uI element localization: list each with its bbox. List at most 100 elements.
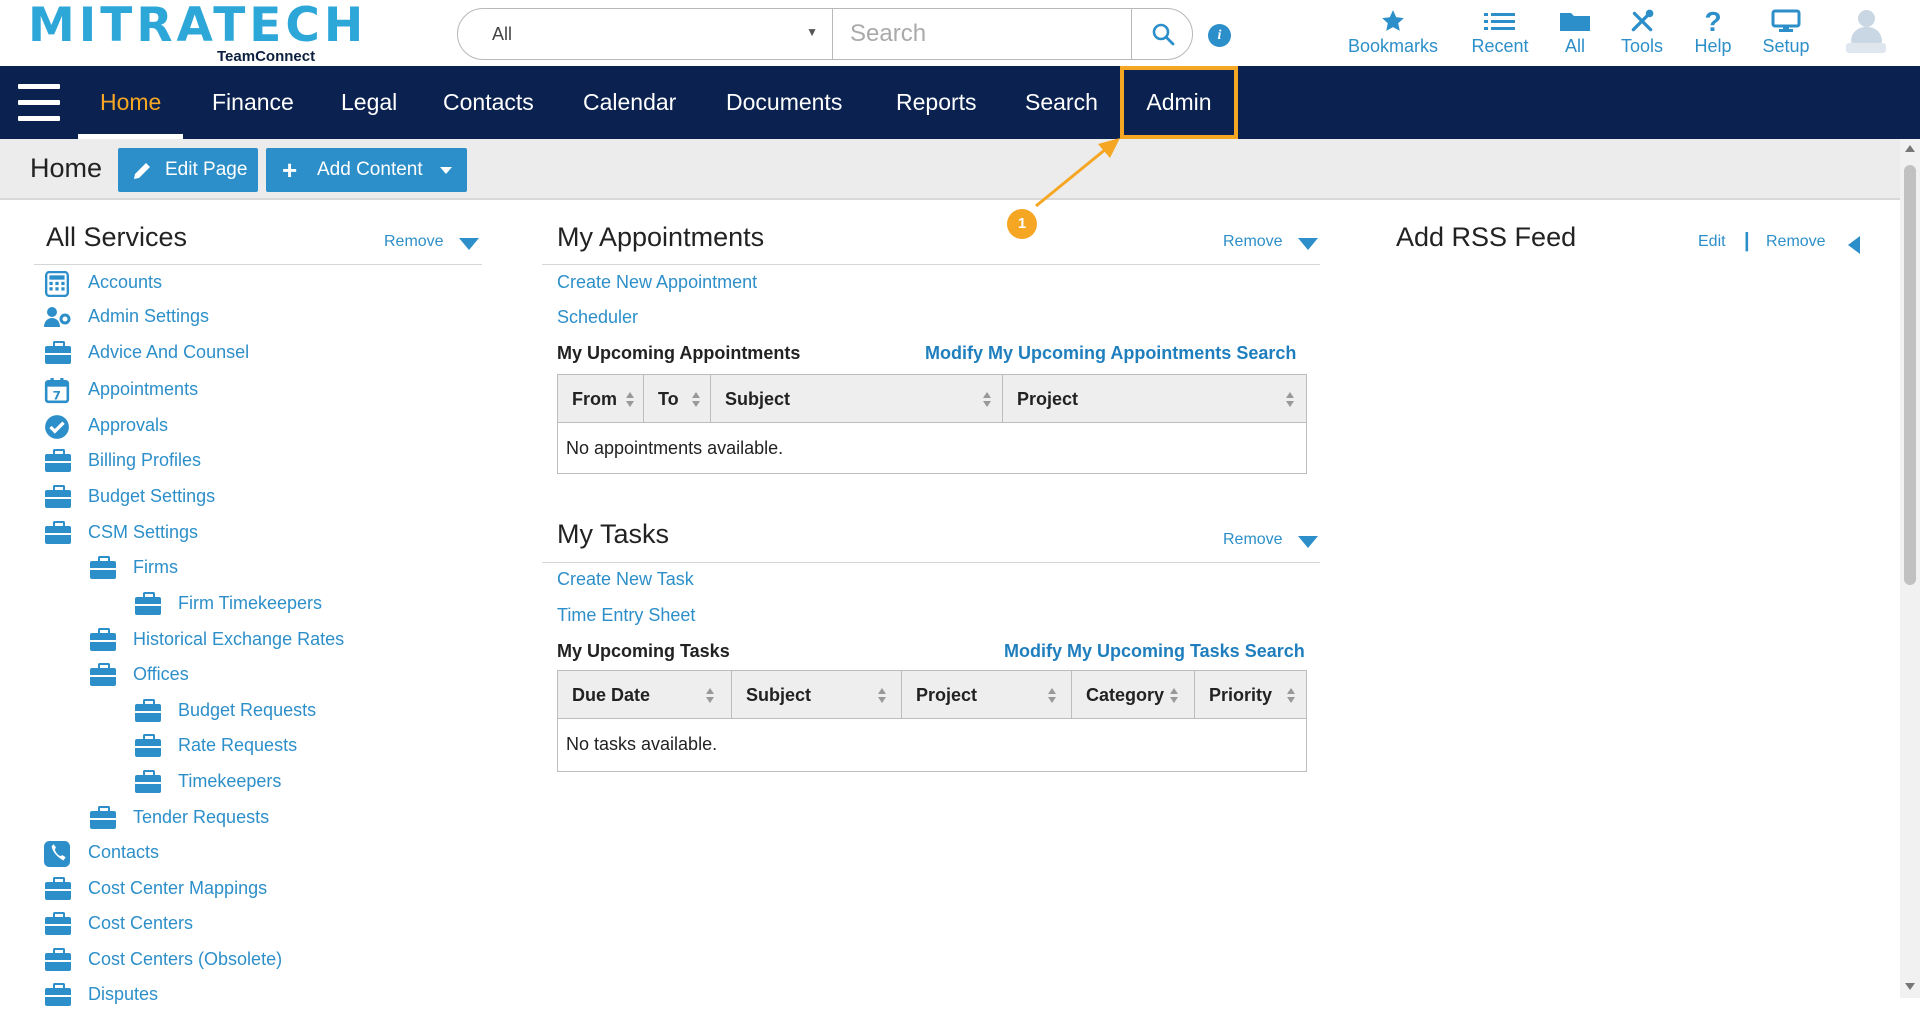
mitratech-logo[interactable]: MITRATECH TeamConnect <box>28 0 363 66</box>
briefcase-icon <box>134 699 161 723</box>
rss-remove-link[interactable]: Remove <box>1766 233 1826 251</box>
calculator-icon <box>44 270 71 298</box>
sort-icon <box>706 688 714 704</box>
pencil-icon <box>134 163 150 179</box>
tasks-table: Due Date Subject Project Category Priori… <box>557 670 1307 772</box>
all-button[interactable]: All <box>1555 8 1595 58</box>
nav-finance[interactable]: Finance <box>190 66 316 139</box>
search-button[interactable] <box>1131 9 1193 59</box>
service-item-label: Budget Settings <box>88 486 216 506</box>
plus-icon: + <box>282 155 298 185</box>
search-input[interactable] <box>834 9 1134 59</box>
service-item-label: Disputes <box>88 984 159 1004</box>
tools-icon <box>1615 8 1669 36</box>
expand-triangle-icon[interactable] <box>1848 236 1860 254</box>
modify-tasks-search-link[interactable]: Modify My Upcoming Tasks Search <box>1004 641 1305 662</box>
briefcase-icon <box>44 912 71 936</box>
search-scope-select[interactable]: All ▼ <box>458 9 833 59</box>
help-icon: ? <box>1704 6 1722 37</box>
scroll-down-icon[interactable] <box>1905 983 1915 990</box>
column-header-category[interactable]: Category <box>1072 671 1195 719</box>
create-new-appointment-link[interactable]: Create New Appointment <box>557 272 757 293</box>
edit-page-button[interactable]: Edit Page <box>118 148 258 192</box>
briefcase-icon <box>134 770 161 794</box>
service-item-label: Tender Requests <box>133 807 270 827</box>
nav-legal[interactable]: Legal <box>319 66 419 139</box>
upcoming-tasks-heading: My Upcoming Tasks <box>557 641 730 661</box>
page-header: Home Edit Page + Add Content <box>0 139 1900 200</box>
user-avatar[interactable] <box>1846 8 1886 58</box>
briefcase-icon <box>44 521 71 545</box>
recent-button[interactable]: Recent <box>1463 8 1537 58</box>
briefcase-icon <box>89 806 116 830</box>
collapse-triangle-icon[interactable] <box>459 238 479 250</box>
create-new-task-link[interactable]: Create New Task <box>557 569 694 590</box>
help-button[interactable]: ? Help <box>1689 8 1737 58</box>
top-bar: MITRATECH TeamConnect All ▼ i Bookmarks … <box>0 0 1920 66</box>
column-header-priority[interactable]: Priority <box>1195 671 1306 719</box>
appointments-title: My Appointments <box>557 222 765 252</box>
avatar-name-blurred <box>1846 43 1886 53</box>
service-item-label: Admin Settings <box>88 306 210 326</box>
setup-button[interactable]: Setup <box>1757 8 1815 58</box>
folder-icon <box>1555 8 1595 36</box>
service-item-label: Historical Exchange Rates <box>133 629 345 649</box>
nav-documents[interactable]: Documents <box>704 66 864 139</box>
sort-icon <box>1048 688 1056 704</box>
time-entry-sheet-link[interactable]: Time Entry Sheet <box>557 605 695 626</box>
tool-label: Recent <box>1471 36 1529 56</box>
sort-icon <box>1170 688 1178 704</box>
modify-appointments-search-link[interactable]: Modify My Upcoming Appointments Search <box>925 343 1296 364</box>
services-remove-link[interactable]: Remove <box>384 233 444 251</box>
sort-icon <box>692 392 700 408</box>
info-icon[interactable]: i <box>1208 24 1231 47</box>
tool-label: Help <box>1694 36 1732 56</box>
bookmarks-button[interactable]: Bookmarks <box>1343 8 1443 58</box>
briefcase-icon <box>134 592 161 616</box>
tasks-remove-link[interactable]: Remove <box>1223 531 1283 549</box>
divider <box>34 264 482 265</box>
column-header-project[interactable]: Project <box>1003 375 1306 423</box>
column-header-to[interactable]: To <box>644 375 711 423</box>
collapse-triangle-icon[interactable] <box>1298 536 1318 548</box>
page-scrollbar[interactable] <box>1900 139 1920 998</box>
empty-state: No appointments available. <box>566 438 784 458</box>
appointments-remove-link[interactable]: Remove <box>1223 233 1283 251</box>
empty-state: No tasks available. <box>566 734 718 754</box>
column-header-project[interactable]: Project <box>902 671 1072 719</box>
tools-button[interactable]: Tools <box>1615 8 1669 58</box>
nav-home[interactable]: Home <box>78 66 184 139</box>
nav-contacts[interactable]: Contacts <box>421 66 556 139</box>
briefcase-icon <box>89 628 116 652</box>
briefcase-icon <box>44 341 71 365</box>
rss-edit-link[interactable]: Edit <box>1698 233 1726 251</box>
edit-page-label: Edit Page <box>165 159 248 180</box>
nav-admin[interactable]: Admin <box>1120 66 1238 139</box>
column-header-from[interactable]: From <box>558 375 644 423</box>
service-item-label: Firms <box>133 557 178 577</box>
column-header-subject[interactable]: Subject <box>711 375 1003 423</box>
service-item-label: Billing Profiles <box>88 450 202 470</box>
add-content-button[interactable]: + Add Content <box>266 148 467 192</box>
column-header-subject[interactable]: Subject <box>732 671 902 719</box>
annotation-step-badge: 1 <box>1007 209 1037 239</box>
nav-calendar[interactable]: Calendar <box>561 66 698 139</box>
search-scope-value: All <box>492 24 513 44</box>
svg-text:7: 7 <box>53 389 61 403</box>
nav-search[interactable]: Search <box>1003 66 1120 139</box>
nav-reports[interactable]: Reports <box>874 66 999 139</box>
service-item-label: Cost Centers <box>88 913 194 933</box>
hamburger-menu-icon[interactable] <box>18 84 60 121</box>
scroll-thumb[interactable] <box>1904 165 1916 585</box>
scroll-up-icon[interactable] <box>1905 145 1915 152</box>
briefcase-icon <box>44 449 71 473</box>
tool-label: Tools <box>1620 36 1664 56</box>
scheduler-link[interactable]: Scheduler <box>557 307 638 328</box>
service-item-label: Contacts <box>88 842 160 862</box>
column-header-due-date[interactable]: Due Date <box>558 671 732 719</box>
tool-label: All <box>1564 36 1585 56</box>
annotation-arrow <box>1035 138 1120 208</box>
service-item-label: Approvals <box>88 415 169 435</box>
main-nav: Home Finance Legal Contacts Calendar Doc… <box>0 66 1920 139</box>
collapse-triangle-icon[interactable] <box>1298 238 1318 250</box>
